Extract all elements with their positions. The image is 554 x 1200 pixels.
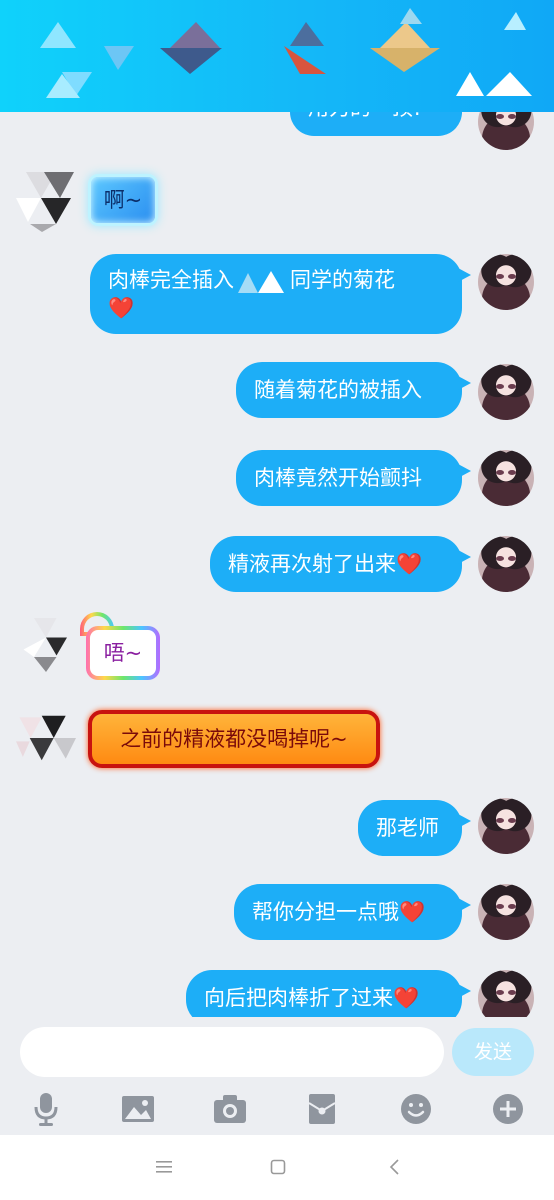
heart-icon: ❤️ <box>393 986 420 1010</box>
my-avatar[interactable] <box>478 536 534 592</box>
message-bubble[interactable]: 精液再次射了出来❤️ <box>210 536 471 592</box>
other-avatar[interactable] <box>16 612 76 672</box>
message-text: 唔~ <box>103 641 143 665</box>
my-avatar[interactable] <box>478 970 534 1017</box>
mosaic-censor <box>234 269 290 293</box>
my-avatar[interactable] <box>478 254 534 310</box>
chat-message-list[interactable]: 用力的一顶! 啊~ 肉棒完全插入 同学的菊花 ❤️ 随着菊花的被插入 肉棒竟然开始… <box>0 112 554 1017</box>
message-bubble-fire[interactable]: 之前的精液都没喝掉呢~ <box>88 710 380 768</box>
heart-icon: ❤️ <box>399 900 426 924</box>
message-text: 之前的精液都没喝掉呢~ <box>120 727 348 751</box>
message-text: 精液再次射了出来 <box>228 552 396 576</box>
message-bubble[interactable]: 肉棒竟然开始颤抖 <box>236 450 471 506</box>
message-bubble[interactable]: 向后把肉棒折了过来❤️ <box>186 970 471 1017</box>
chat-header <box>0 0 554 112</box>
message-text-2: 同学的菊花 <box>290 268 395 292</box>
message-bubble-ice[interactable]: 啊~ <box>88 174 158 226</box>
message-text: 用力的一顶! <box>308 112 421 120</box>
message-text: 向后把肉棒折了过来 <box>204 986 393 1010</box>
message-bubble[interactable]: 随着菊花的被插入 <box>236 362 471 418</box>
microphone-icon[interactable] <box>26 1091 66 1127</box>
heart-icon: ❤️ <box>396 552 423 576</box>
message-bubble-rainbow[interactable]: 唔~ <box>86 626 160 680</box>
other-avatar[interactable] <box>16 172 76 232</box>
home-icon[interactable] <box>258 1151 298 1183</box>
my-avatar[interactable] <box>478 450 534 506</box>
my-avatar[interactable] <box>478 798 534 854</box>
message-text: 随着菊花的被插入 <box>254 378 422 402</box>
my-avatar[interactable] <box>478 884 534 940</box>
message-text: 啊~ <box>103 188 143 212</box>
input-toolbar <box>0 1087 554 1135</box>
message-input-bar: 发送 <box>0 1017 554 1087</box>
send-button[interactable]: 发送 <box>452 1028 534 1076</box>
message-text: 肉棒竟然开始颤抖 <box>254 466 422 490</box>
camera-icon[interactable] <box>210 1091 250 1127</box>
message-text: 那老师 <box>376 816 439 840</box>
message-bubble[interactable]: 帮你分担一点哦❤️ <box>234 884 471 940</box>
menu-icon[interactable] <box>144 1151 184 1183</box>
red-packet-icon[interactable] <box>302 1091 342 1127</box>
plus-icon[interactable] <box>488 1091 528 1127</box>
my-avatar[interactable] <box>478 364 534 420</box>
message-bubble[interactable]: 那老师 <box>358 800 471 856</box>
heart-icon: ❤️ <box>108 296 135 320</box>
other-avatar[interactable] <box>16 708 76 768</box>
header-mosaic-overlay <box>40 8 532 98</box>
message-input[interactable] <box>20 1027 444 1077</box>
message-bubble-partial[interactable]: 用力的一顶! <box>290 112 462 136</box>
emoji-icon[interactable] <box>396 1091 436 1127</box>
system-nav-bar <box>0 1135 554 1200</box>
message-text: 帮你分担一点哦 <box>252 900 399 924</box>
message-bubble[interactable]: 肉棒完全插入 同学的菊花 ❤️ <box>90 254 471 334</box>
my-avatar[interactable] <box>478 112 534 150</box>
back-icon[interactable] <box>374 1151 414 1183</box>
message-text: 肉棒完全插入 <box>108 268 234 292</box>
image-icon[interactable] <box>118 1091 158 1127</box>
